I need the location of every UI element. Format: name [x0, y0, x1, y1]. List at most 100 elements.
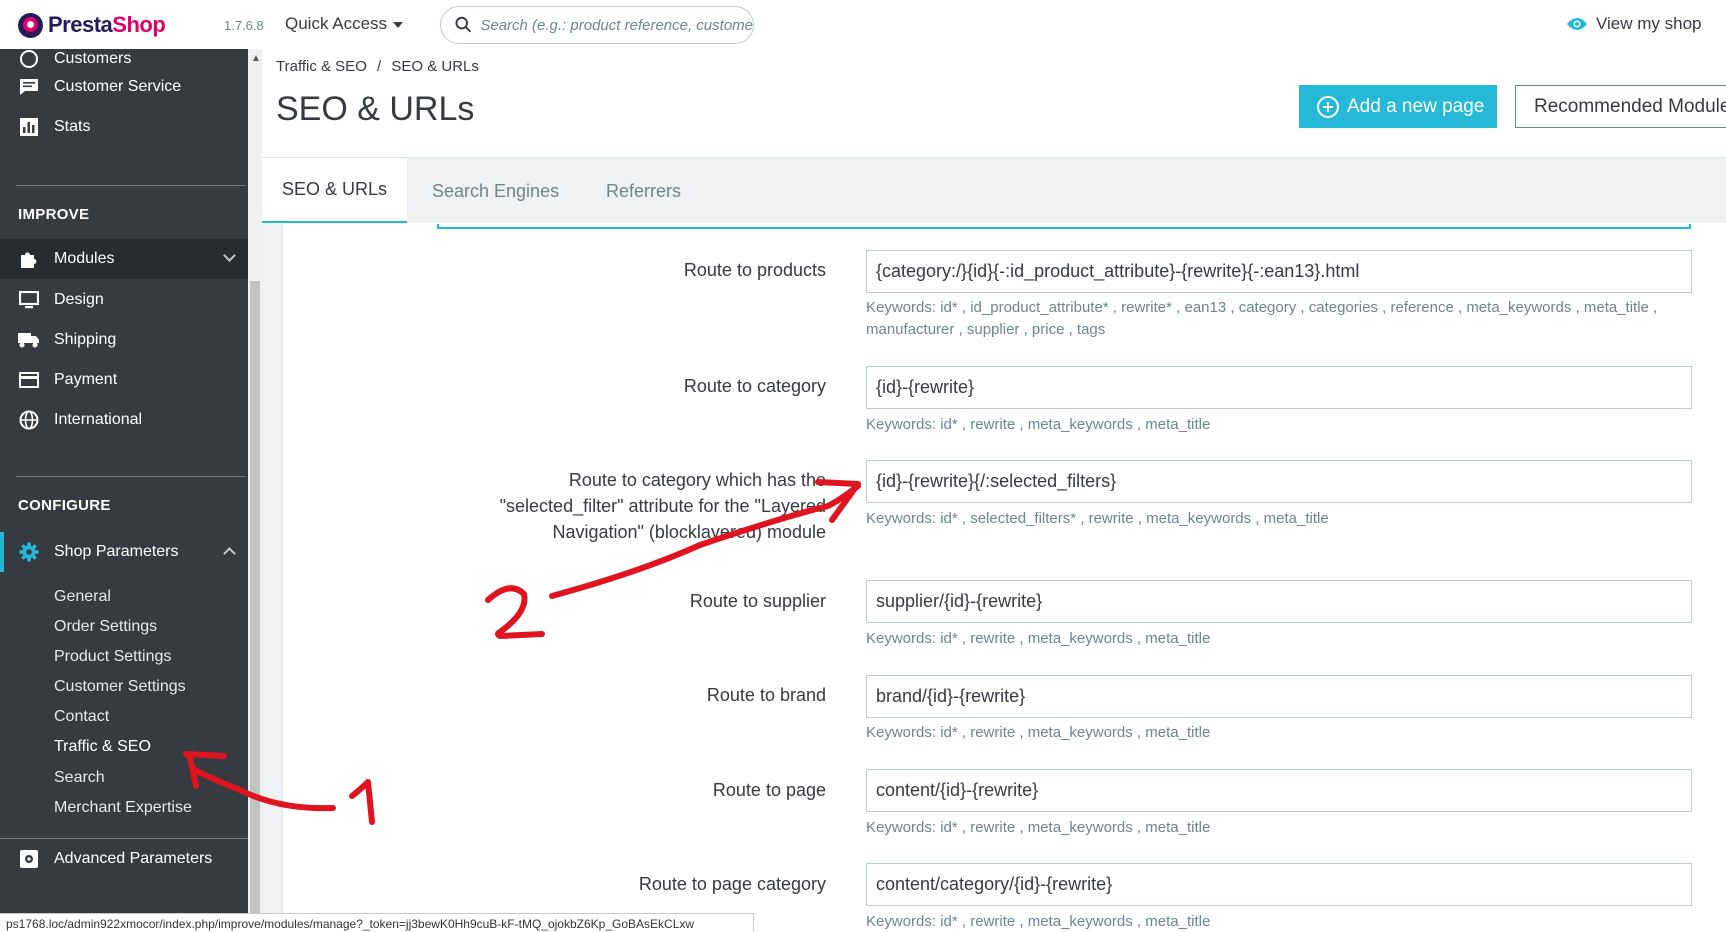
logo-text-suffix: Shop: [112, 12, 166, 37]
user-icon: [18, 49, 40, 69]
puzzle-icon: [18, 249, 40, 269]
gear-icon: [18, 542, 40, 562]
caret-down-icon: [393, 22, 404, 28]
help-route-page: Keywords: id* , rewrite , meta_keywords …: [866, 819, 1211, 836]
label-route-products: Route to products: [683, 260, 826, 280]
bar-chart-icon: [18, 117, 40, 137]
breadcrumb-parent-link[interactable]: Traffic & SEO: [276, 58, 367, 75]
label-route-brand: Route to brand: [706, 685, 826, 705]
submenu-contact[interactable]: Contact: [54, 708, 109, 726]
sidebar-item-stats[interactable]: Stats: [0, 107, 248, 147]
tab-referrers[interactable]: Referrers: [606, 158, 681, 224]
submenu-search[interactable]: Search: [54, 769, 105, 787]
label-route-layered-category: Route to category which has the "selecte…: [499, 470, 826, 542]
help-route-page-category: Keywords: id* , rewrite , meta_keywords …: [866, 913, 1211, 930]
sidebar-item-label: Modules: [54, 250, 115, 267]
section-title-improve: IMPROVE: [18, 206, 90, 223]
sidebar-item-label: Customers: [54, 50, 132, 67]
submenu-general[interactable]: General: [54, 588, 111, 606]
truck-icon: [18, 330, 40, 350]
route-supplier-input[interactable]: supplier/{id}-{rewrite}: [866, 580, 1692, 623]
chat-icon: [18, 77, 40, 97]
version-label: 1.7.6.8: [224, 18, 264, 33]
status-bar-url: ps1768.loc/admin922xmocor/index.php/impr…: [0, 913, 754, 932]
sidebar-item-label: Shop Parameters: [54, 543, 179, 560]
scroll-up-icon[interactable]: ▲: [251, 53, 261, 64]
route-category-input[interactable]: {id}-{rewrite}: [866, 366, 1692, 409]
logo-text-prefix: Presta: [48, 12, 113, 37]
sidebar-item-label: Customer Service: [54, 78, 182, 95]
search-placeholder: Search (e.g.: product reference, custome: [480, 16, 753, 34]
sidebar: Customers Customer Service Stats IMPROVE…: [0, 49, 248, 913]
submenu-traffic-seo[interactable]: Traffic & SEO: [54, 738, 151, 756]
submenu-customer-settings[interactable]: Customer Settings: [54, 678, 186, 696]
route-brand-input[interactable]: brand/{id}-{rewrite}: [866, 675, 1692, 718]
sidebar-item-label: Payment: [54, 371, 118, 388]
sidebar-item-payment[interactable]: Payment: [0, 360, 248, 400]
prestashop-logo[interactable]: PrestaShop: [18, 12, 166, 38]
search-input[interactable]: Search (e.g.: product reference, custome: [440, 6, 754, 44]
help-route-supplier: Keywords: id* , rewrite , meta_keywords …: [866, 630, 1211, 647]
label-route-page: Route to page: [712, 780, 826, 800]
tabs-bar: SEO & URLs Search Engines Referrers: [262, 157, 1726, 224]
route-page-input[interactable]: content/{id}-{rewrite}: [866, 769, 1692, 812]
quick-access-dropdown[interactable]: Quick Access: [285, 14, 404, 34]
page-title: SEO & URLs: [276, 90, 475, 128]
breadcrumb-separator: /: [377, 58, 382, 75]
add-new-page-button[interactable]: Add a new page: [1299, 85, 1497, 128]
sidebar-item-label: Advanced Parameters: [54, 849, 213, 867]
help-route-category: Keywords: id* , rewrite , meta_keywords …: [866, 416, 1211, 433]
submenu-merchant-expertise[interactable]: Merchant Expertise: [54, 799, 192, 817]
sidebar-item-label: Design: [54, 291, 104, 308]
settings-box-icon: [18, 849, 40, 869]
credit-card-icon: [18, 370, 40, 390]
label-route-category: Route to category: [683, 376, 826, 396]
eye-icon: [1567, 18, 1587, 30]
sidebar-item-modules[interactable]: Modules: [0, 239, 248, 279]
chevron-down-icon: [223, 249, 236, 262]
route-products-input[interactable]: {category:/}{id}{-:id_product_attribute}…: [866, 250, 1692, 293]
sidebar-item-shop-parameters[interactable]: Shop Parameters: [0, 532, 248, 572]
puffin-logo-icon: [18, 12, 43, 38]
label-route-supplier: Route to supplier: [689, 591, 826, 611]
chevron-up-icon: [223, 547, 236, 560]
previous-panel-bottom-edge: [437, 224, 1691, 229]
tab-seo-urls[interactable]: SEO & URLs: [262, 158, 407, 224]
sidebar-item-international[interactable]: International: [0, 400, 248, 440]
plus-circle-icon: [1317, 95, 1339, 118]
sidebar-item-design[interactable]: Design: [0, 280, 248, 320]
help-route-products: Keywords: id* , id_product_attribute* , …: [866, 299, 1658, 338]
quick-access-label: Quick Access: [285, 14, 388, 33]
route-layered-category-input[interactable]: {id}-{rewrite}{/:selected_filters}: [866, 460, 1692, 503]
recommended-modules-button[interactable]: Recommended Modules: [1515, 85, 1726, 128]
sidebar-divider: [16, 476, 246, 477]
submenu-product-settings[interactable]: Product Settings: [54, 648, 171, 666]
section-title-configure: CONFIGURE: [18, 497, 111, 514]
add-new-page-label: Add a new page: [1347, 95, 1485, 117]
sidebar-item-shipping[interactable]: Shipping: [0, 320, 248, 360]
breadcrumb-current: SEO & URLs: [391, 58, 479, 75]
view-my-shop-link[interactable]: View my shop: [1566, 14, 1702, 34]
monitor-icon: [18, 290, 40, 310]
search-icon: [455, 16, 472, 33]
tab-search-engines[interactable]: Search Engines: [432, 158, 559, 224]
breadcrumb: Traffic & SEO / SEO & URLs: [276, 58, 479, 75]
sidebar-item-label: Shipping: [54, 331, 117, 348]
help-route-layered-category: Keywords: id* , selected_filters* , rewr…: [866, 510, 1329, 527]
help-route-brand: Keywords: id* , rewrite , meta_keywords …: [866, 724, 1211, 741]
sidebar-item-advanced-parameters[interactable]: Advanced Parameters: [0, 838, 248, 878]
sidebar-scrollbar[interactable]: ▲: [248, 49, 262, 913]
view-my-shop-label: View my shop: [1596, 14, 1702, 33]
route-page-category-input[interactable]: content/category/{id}-{rewrite}: [866, 863, 1692, 906]
globe-icon: [18, 410, 40, 430]
content-gutter: [262, 223, 282, 913]
submenu-order-settings[interactable]: Order Settings: [54, 618, 157, 636]
recommended-modules-label: Recommended Modules: [1534, 95, 1726, 117]
sidebar-item-label: International: [54, 411, 143, 428]
sidebar-item-customer-service[interactable]: Customer Service: [0, 67, 248, 107]
sidebar-item-label: Stats: [54, 118, 91, 135]
sidebar-divider: [16, 185, 246, 186]
top-header: PrestaShop 1.7.6.8 Quick Access Search (…: [0, 0, 1726, 49]
label-route-page-category: Route to page category: [638, 874, 826, 894]
scrollbar-thumb[interactable]: [250, 281, 260, 913]
